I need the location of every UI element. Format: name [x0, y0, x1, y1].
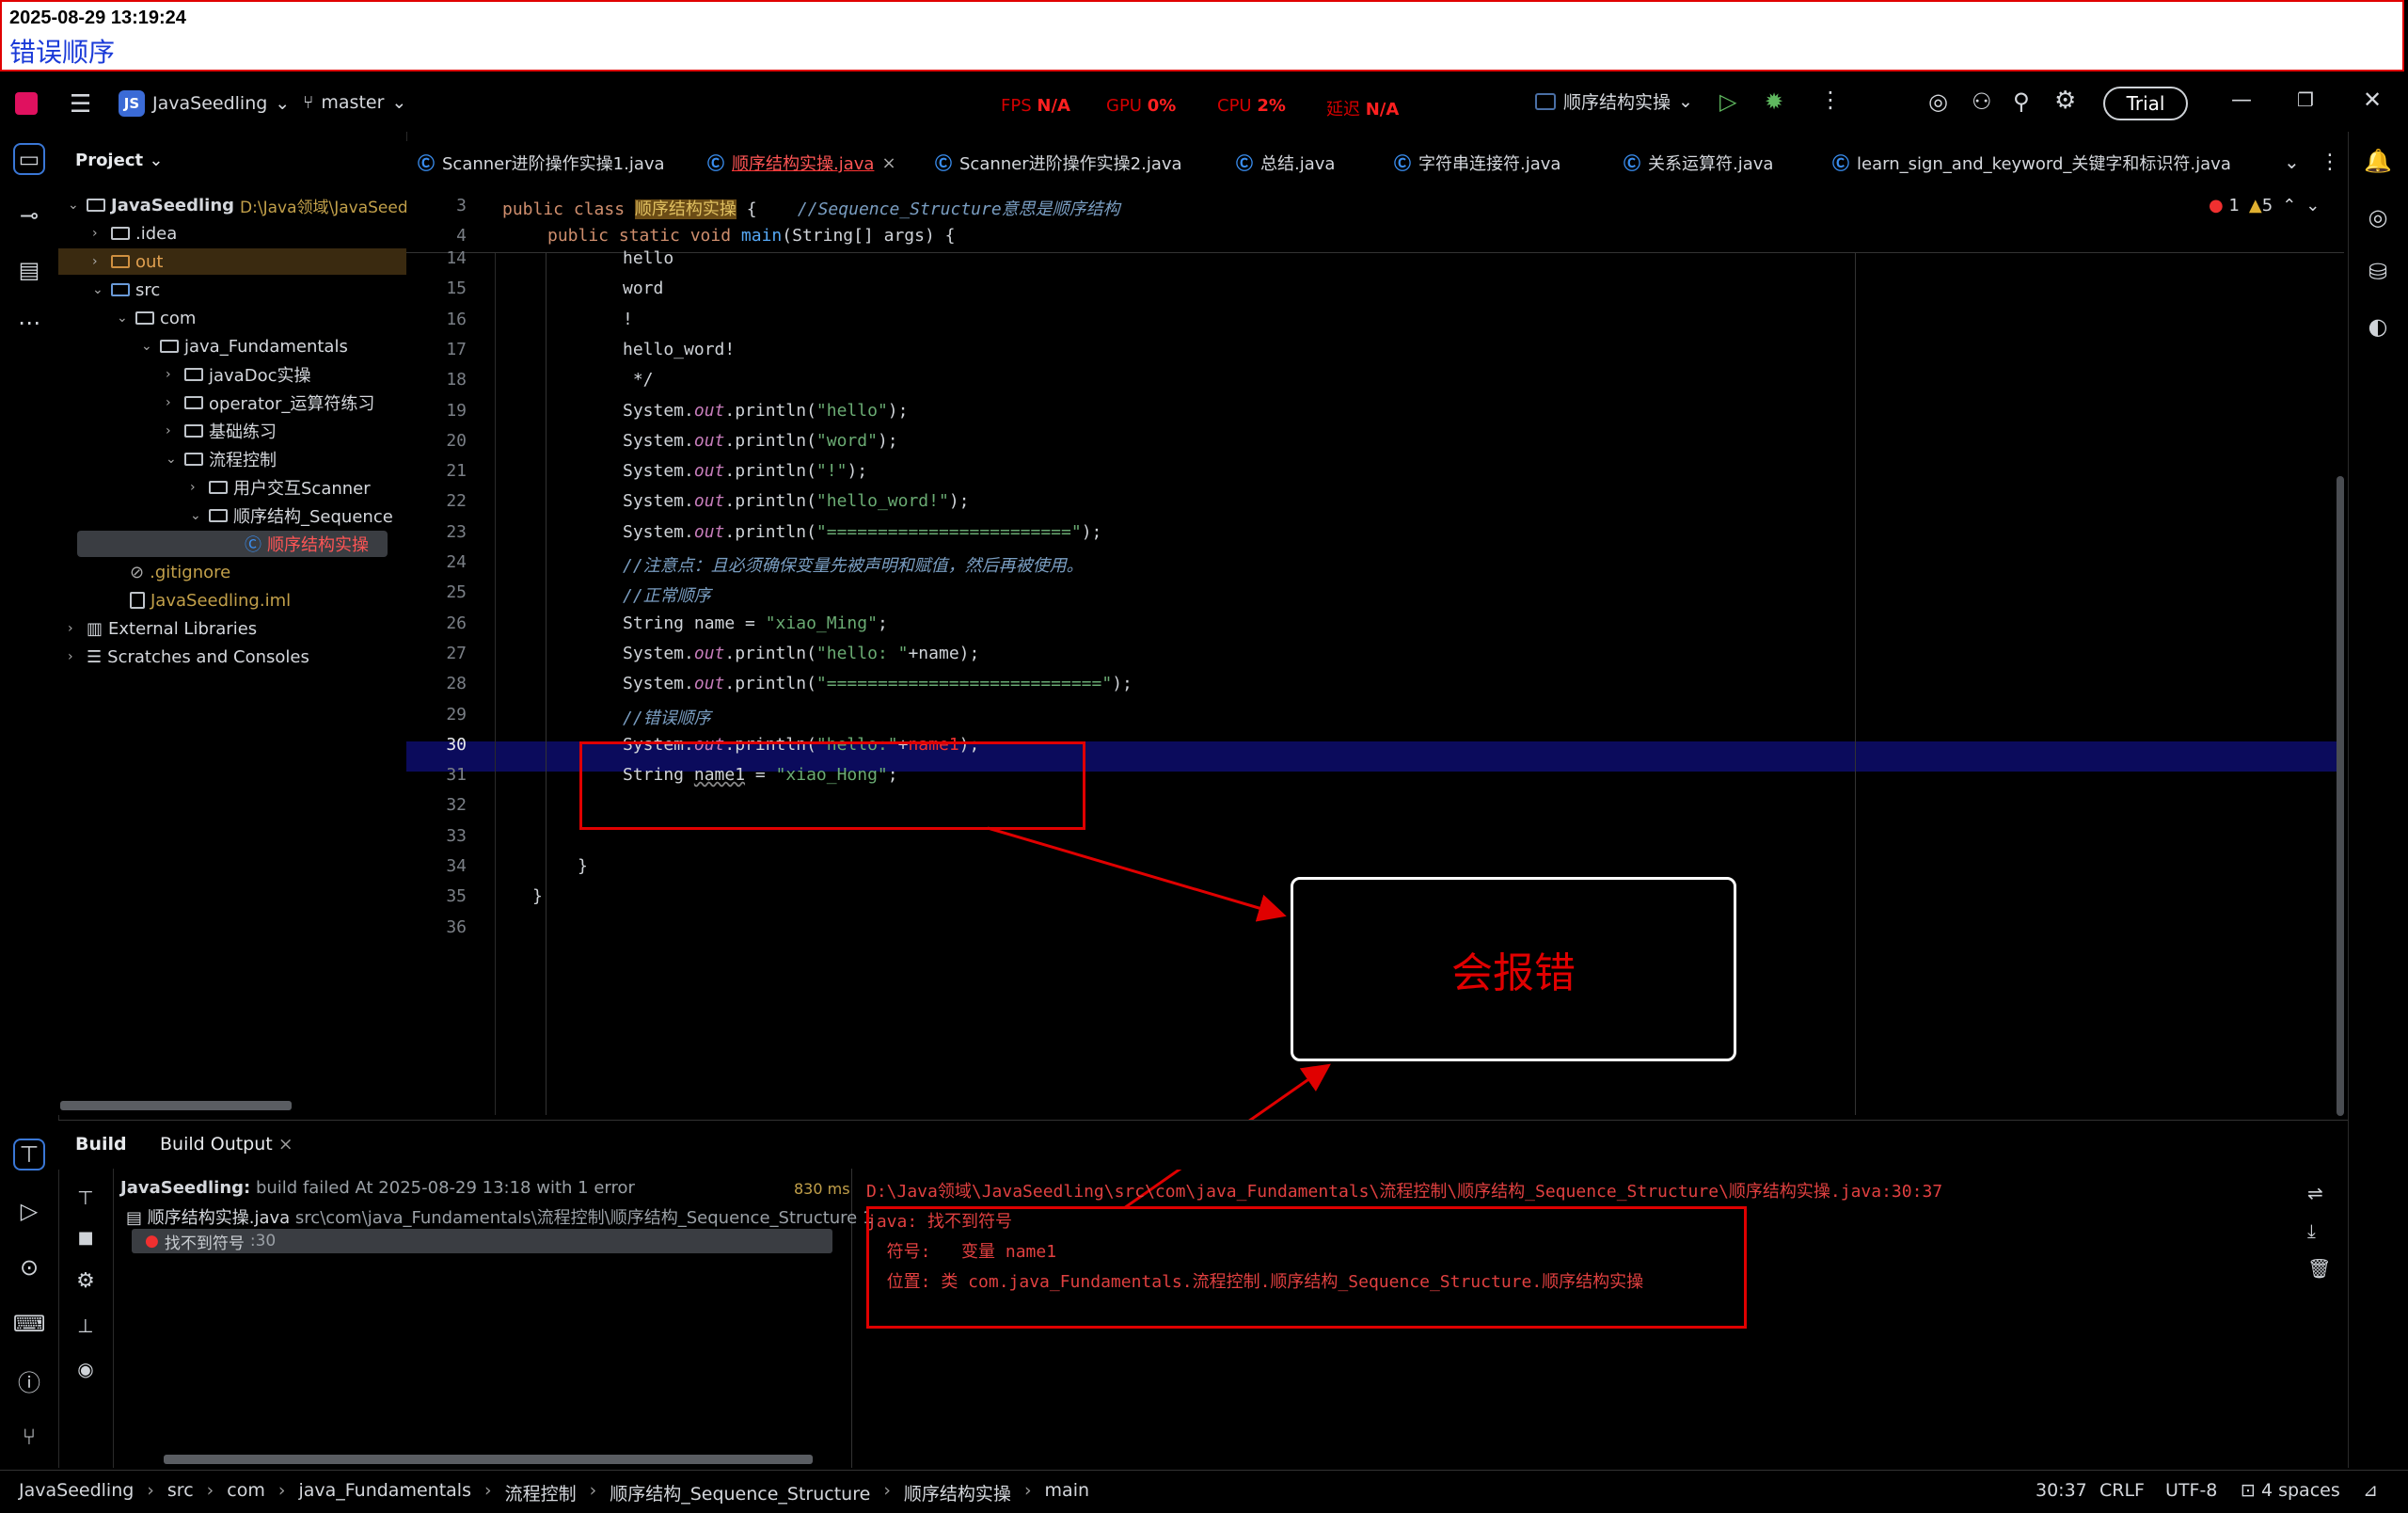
file-icon: ▤ — [126, 1208, 143, 1228]
clear-trash-icon[interactable]: 🗑 — [2307, 1257, 2331, 1280]
cursor-position[interactable]: 30:37 — [2036, 1480, 2087, 1501]
build-output-tab[interactable]: Build Output × — [160, 1134, 293, 1155]
breadcrumb-item[interactable]: java_Fundamentals — [298, 1480, 471, 1505]
breadcrumb-item[interactable]: com — [227, 1480, 265, 1505]
chevron-right-icon: › — [589, 1480, 597, 1501]
pin-icon[interactable]: ⊥ — [70, 1310, 102, 1342]
gradle-icon[interactable]: ◐ — [2362, 311, 2394, 342]
line-separator[interactable]: CRLF — [2099, 1480, 2145, 1501]
status-bar: JavaSeedling › src › com › java_Fundamentals › 流… — [0, 1470, 2408, 1513]
annotation-callout: 会报错 — [1291, 877, 1736, 1061]
build-time: 830 ms — [794, 1180, 850, 1198]
indent-icon: ⊡ — [2241, 1480, 2256, 1501]
breadcrumb-item[interactable]: 顺序结构实操 — [904, 1480, 1011, 1505]
scroll-to-end-icon[interactable]: ⤓ — [2307, 1219, 2316, 1242]
build-output-console[interactable]: D:\Java领域\JavaSeedling\src\com\java_Fund… — [851, 1169, 2378, 1468]
build-hammer-icon[interactable]: ⊤ — [70, 1182, 102, 1214]
breadcrumb-item[interactable]: main — [1045, 1480, 1089, 1505]
annotation-output-box — [866, 1206, 1747, 1329]
chevron-right-icon: › — [883, 1480, 891, 1501]
ai-chat-icon[interactable]: ◎ — [2362, 201, 2394, 233]
database-icon[interactable]: ⛁ — [2362, 256, 2394, 288]
chevron-right-icon: › — [277, 1480, 286, 1501]
close-tab-icon[interactable]: × — [278, 1134, 293, 1155]
horizontal-scrollbar[interactable] — [164, 1455, 813, 1464]
build-file-row[interactable]: ▤ 顺序结构实操.java src\com\java_Fundamentals\… — [126, 1204, 873, 1229]
breadcrumb-item[interactable]: 顺序结构_Sequence_Structure — [610, 1480, 870, 1505]
file-encoding[interactable]: UTF-8 — [2165, 1480, 2217, 1501]
build-tree: JavaSeedling: build failed At 2025-08-29… — [113, 1169, 873, 1468]
build-toolbar: ⊤ ■ ⚙ ⊥ ◉ — [58, 1169, 114, 1468]
annotation-arrow — [987, 826, 1287, 922]
chevron-right-icon: › — [206, 1480, 214, 1501]
readonly-lock-icon[interactable]: ⊿ — [2363, 1480, 2378, 1501]
soft-wrap-icon[interactable]: ⇌ — [2307, 1182, 2323, 1204]
build-error-item[interactable]: ● 找不到符号:30 — [132, 1229, 832, 1253]
build-tab[interactable]: Build — [75, 1134, 127, 1155]
chevron-right-icon: › — [1023, 1480, 1032, 1501]
breadcrumb-item[interactable]: src — [167, 1480, 194, 1505]
breadcrumb: JavaSeedling › src › com › java_Fundamentals › 流… — [19, 1480, 1089, 1505]
build-summary[interactable]: JavaSeedling: build failed At 2025-08-29… — [120, 1178, 635, 1198]
breadcrumb-item[interactable]: 流程控制 — [505, 1480, 577, 1505]
error-icon: ● — [145, 1232, 159, 1250]
eye-icon[interactable]: ◉ — [70, 1353, 102, 1385]
stop-icon[interactable]: ■ — [70, 1221, 102, 1253]
breadcrumb-item[interactable]: JavaSeedling — [19, 1480, 134, 1505]
right-tool-strip: 🔔 ◎ ⛁ ◐ — [2348, 132, 2408, 1468]
settings-icon[interactable]: ⚙ — [70, 1265, 102, 1297]
build-panel-header: Build Build Output × — [58, 1120, 2378, 1170]
indent-setting[interactable]: ⊡ 4 spaces — [2241, 1480, 2340, 1501]
output-path-line[interactable]: D:\Java领域\JavaSeedling\src\com\java_Fund… — [866, 1178, 1942, 1202]
chevron-right-icon: › — [483, 1480, 492, 1501]
chevron-right-icon: › — [147, 1480, 154, 1501]
notifications-bell-icon[interactable]: 🔔 — [2362, 145, 2394, 177]
